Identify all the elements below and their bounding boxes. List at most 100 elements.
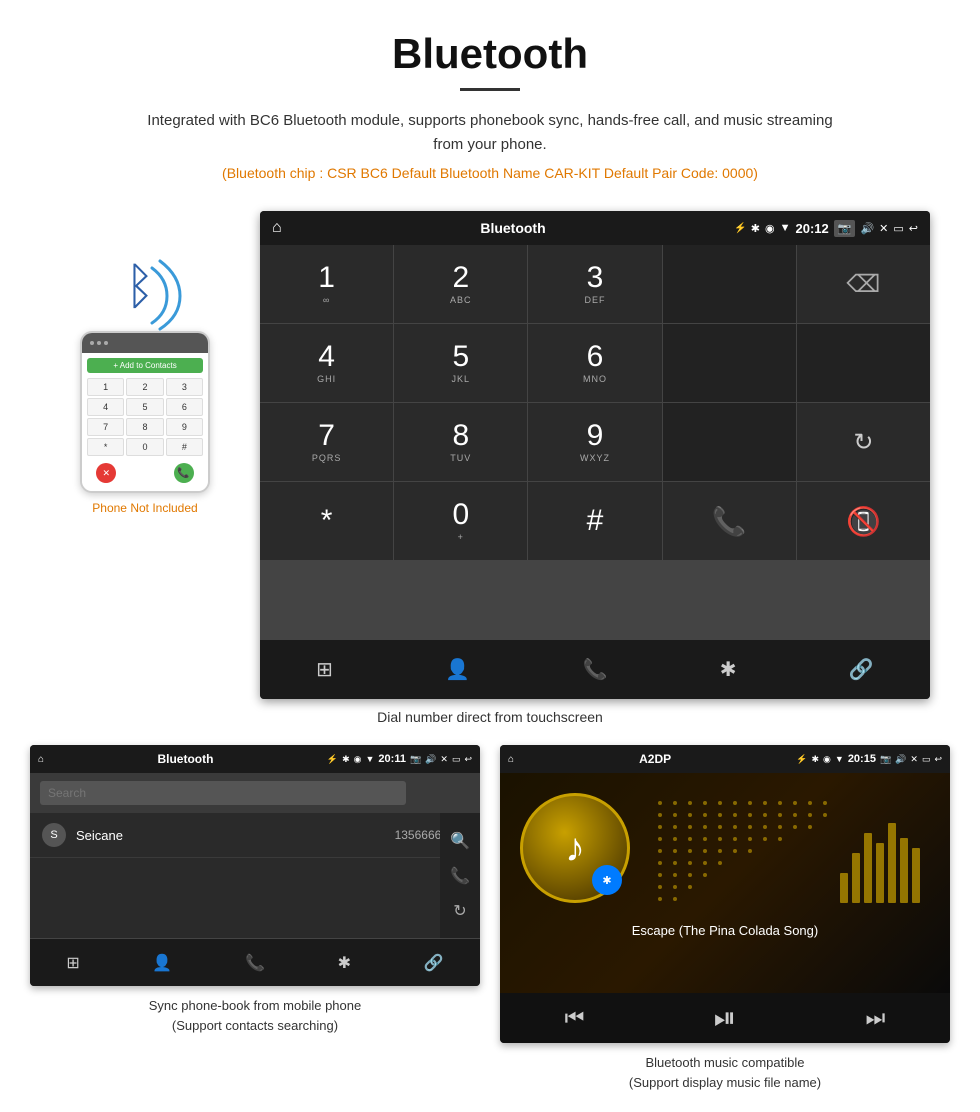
dialpad-num-4: 4 (318, 342, 335, 372)
music-bt-status-icon: ✱ (811, 754, 819, 765)
phone-key-0[interactable]: 0 (126, 438, 163, 456)
dialpad-key-0[interactable]: 0 + (394, 482, 527, 560)
signal-icon: ▼ (780, 222, 791, 234)
nav-bluetooth-icon[interactable]: ✱ (720, 657, 737, 682)
bluetooth-status-icon: ✱ (751, 222, 760, 235)
contacts-nav-phone[interactable]: 📞 (245, 953, 265, 973)
phone-end-btn[interactable]: ✕ (96, 463, 116, 483)
dialpad-num-3: 3 (587, 263, 604, 293)
dialpad-letters-9: WXYZ (580, 453, 610, 463)
phone-key-5[interactable]: 5 (126, 398, 163, 416)
contacts-status-bar: ⌂ Bluetooth ⚡ ✱ ◉ ▼ 20:11 📷 🔊 ✕ ▭ ↩ (30, 745, 480, 773)
music-close-icon[interactable]: ✕ (910, 754, 918, 765)
dialpad-key-6[interactable]: 6 MNO (528, 324, 661, 402)
music-camera-icon: 📷 (880, 754, 891, 765)
dialpad-end-button[interactable]: 📵 (797, 482, 930, 560)
contacts-search-input[interactable] (40, 781, 406, 805)
music-back-icon[interactable]: ↩ (934, 754, 942, 765)
dialpad-key-2[interactable]: 2 ABC (394, 245, 527, 323)
volume-icon[interactable]: 🔊 (860, 222, 874, 235)
dialpad-num-8: 8 (452, 421, 469, 451)
contacts-card: ⌂ Bluetooth ⚡ ✱ ◉ ▼ 20:11 📷 🔊 ✕ ▭ ↩ S (30, 745, 480, 1092)
contacts-bt-icon: ✱ (342, 754, 350, 765)
contacts-nav-link[interactable]: 🔗 (424, 953, 444, 973)
phone-add-contacts-btn[interactable]: + Add to Contacts (87, 358, 203, 373)
refresh-side-icon[interactable]: ↻ (453, 901, 466, 921)
dialpad-call-button[interactable]: 📞 (663, 482, 796, 560)
music-status-bar: ⌂ A2DP ⚡ ✱ ◉ ▼ 20:15 📷 🔊 ✕ ▭ ↩ (500, 745, 950, 773)
dialpad-backspace[interactable]: ⌫ (797, 245, 930, 323)
home-icon[interactable]: ⌂ (272, 219, 282, 237)
phone-call-btn[interactable]: 📞 (174, 463, 194, 483)
nav-link-icon[interactable]: 🔗 (849, 657, 874, 682)
dialpad-key-8[interactable]: 8 TUV (394, 403, 527, 481)
contacts-caption: Sync phone-book from mobile phone(Suppor… (149, 996, 361, 1035)
phone-key-8[interactable]: 8 (126, 418, 163, 436)
dialpad-letters-1: ∞ (323, 295, 330, 305)
bluetooth-signal-icon: ᛒ (105, 241, 185, 331)
phone-key-6[interactable]: 6 (166, 398, 203, 416)
dialpad-key-hash[interactable]: # (528, 482, 661, 560)
status-time: 20:12 (796, 221, 829, 236)
contacts-nav-grid[interactable]: ⊞ (66, 953, 79, 973)
phone-key-hash[interactable]: # (166, 438, 203, 456)
music-loc-icon: ◉ (823, 754, 831, 765)
contacts-usb-icon: ⚡ (327, 754, 338, 765)
contacts-nav-user[interactable]: 👤 (152, 953, 172, 973)
call-side-icon[interactable]: 📞 (450, 866, 470, 886)
nav-phone-icon[interactable]: 📞 (583, 657, 608, 682)
music-bluetooth-icon: ✱ (602, 874, 611, 887)
dialpad-key-1[interactable]: 1 ∞ (260, 245, 393, 323)
car-screen-title: Bluetooth (292, 220, 735, 236)
dialpad-key-7[interactable]: 7 PQRS (260, 403, 393, 481)
window-icon[interactable]: ▭ (893, 222, 903, 235)
phone-key-1[interactable]: 1 (87, 378, 124, 396)
dialpad-grid: 1 ∞ 2 ABC 3 DEF ⌫ 4 GHI 5 JKL (260, 245, 930, 639)
contact-letter-s: S (42, 823, 66, 847)
contacts-nav-bt[interactable]: ✱ (338, 953, 351, 973)
phone-key-3[interactable]: 3 (166, 378, 203, 396)
phone-dot-3 (104, 341, 108, 345)
dialpad-letters-7: PQRS (312, 453, 342, 463)
phone-key-4[interactable]: 4 (87, 398, 124, 416)
music-note-icon: ♪ (565, 826, 585, 871)
nav-grid-icon[interactable]: ⊞ (316, 657, 333, 682)
back-icon[interactable]: ↩ (909, 222, 918, 235)
phone-key-star[interactable]: * (87, 438, 124, 456)
contacts-home-icon[interactable]: ⌂ (38, 754, 44, 765)
contact-name: Seicane (76, 828, 395, 843)
phone-key-7[interactable]: 7 (87, 418, 124, 436)
search-side-icon[interactable]: 🔍 (450, 831, 470, 851)
contacts-window-icon[interactable]: ▭ (452, 754, 461, 765)
location-icon: ◉ (765, 222, 775, 235)
dialpad-key-3[interactable]: 3 DEF (528, 245, 661, 323)
car-screen-dialpad: ⌂ Bluetooth ⚡ ✱ ◉ ▼ 20:12 📷 🔊 ✕ ▭ ↩ 1 ∞ (260, 211, 930, 699)
bottom-screenshots: ⌂ Bluetooth ⚡ ✱ ◉ ▼ 20:11 📷 🔊 ✕ ▭ ↩ S (0, 745, 980, 1112)
svg-text:ᛒ: ᛒ (125, 258, 155, 314)
next-track-button[interactable]: ⏭ (866, 1005, 886, 1031)
contacts-back-icon[interactable]: ↩ (464, 754, 472, 765)
nav-contacts-icon[interactable]: 👤 (445, 657, 470, 682)
phone-spacer (135, 463, 155, 483)
contacts-close-icon[interactable]: ✕ (440, 754, 448, 765)
close-icon[interactable]: ✕ (879, 222, 888, 235)
music-home-icon[interactable]: ⌂ (508, 754, 514, 765)
dialpad-num-hash: # (587, 506, 604, 536)
backspace-icon: ⌫ (846, 270, 880, 299)
dialpad-num-5: 5 (452, 342, 469, 372)
camera-icon[interactable]: 📷 (834, 220, 856, 237)
dialpad-letters-0: + (458, 532, 464, 542)
play-pause-button[interactable]: ⏯ (714, 1002, 736, 1035)
contact-row-seicane[interactable]: S Seicane 13566664466 (30, 813, 480, 858)
dialpad-key-star[interactable]: * (260, 482, 393, 560)
phone-key-2[interactable]: 2 (126, 378, 163, 396)
title-underline (460, 88, 520, 91)
phone-keypad: 1 2 3 4 5 6 7 8 9 * 0 # (87, 378, 203, 456)
dialpad-refresh[interactable]: ↻ (797, 403, 930, 481)
dialpad-key-9[interactable]: 9 WXYZ (528, 403, 661, 481)
prev-track-button[interactable]: ⏮ (565, 1005, 585, 1031)
dialpad-key-5[interactable]: 5 JKL (394, 324, 527, 402)
phone-key-9[interactable]: 9 (166, 418, 203, 436)
dialpad-key-4[interactable]: 4 GHI (260, 324, 393, 402)
music-window-icon[interactable]: ▭ (922, 754, 931, 765)
